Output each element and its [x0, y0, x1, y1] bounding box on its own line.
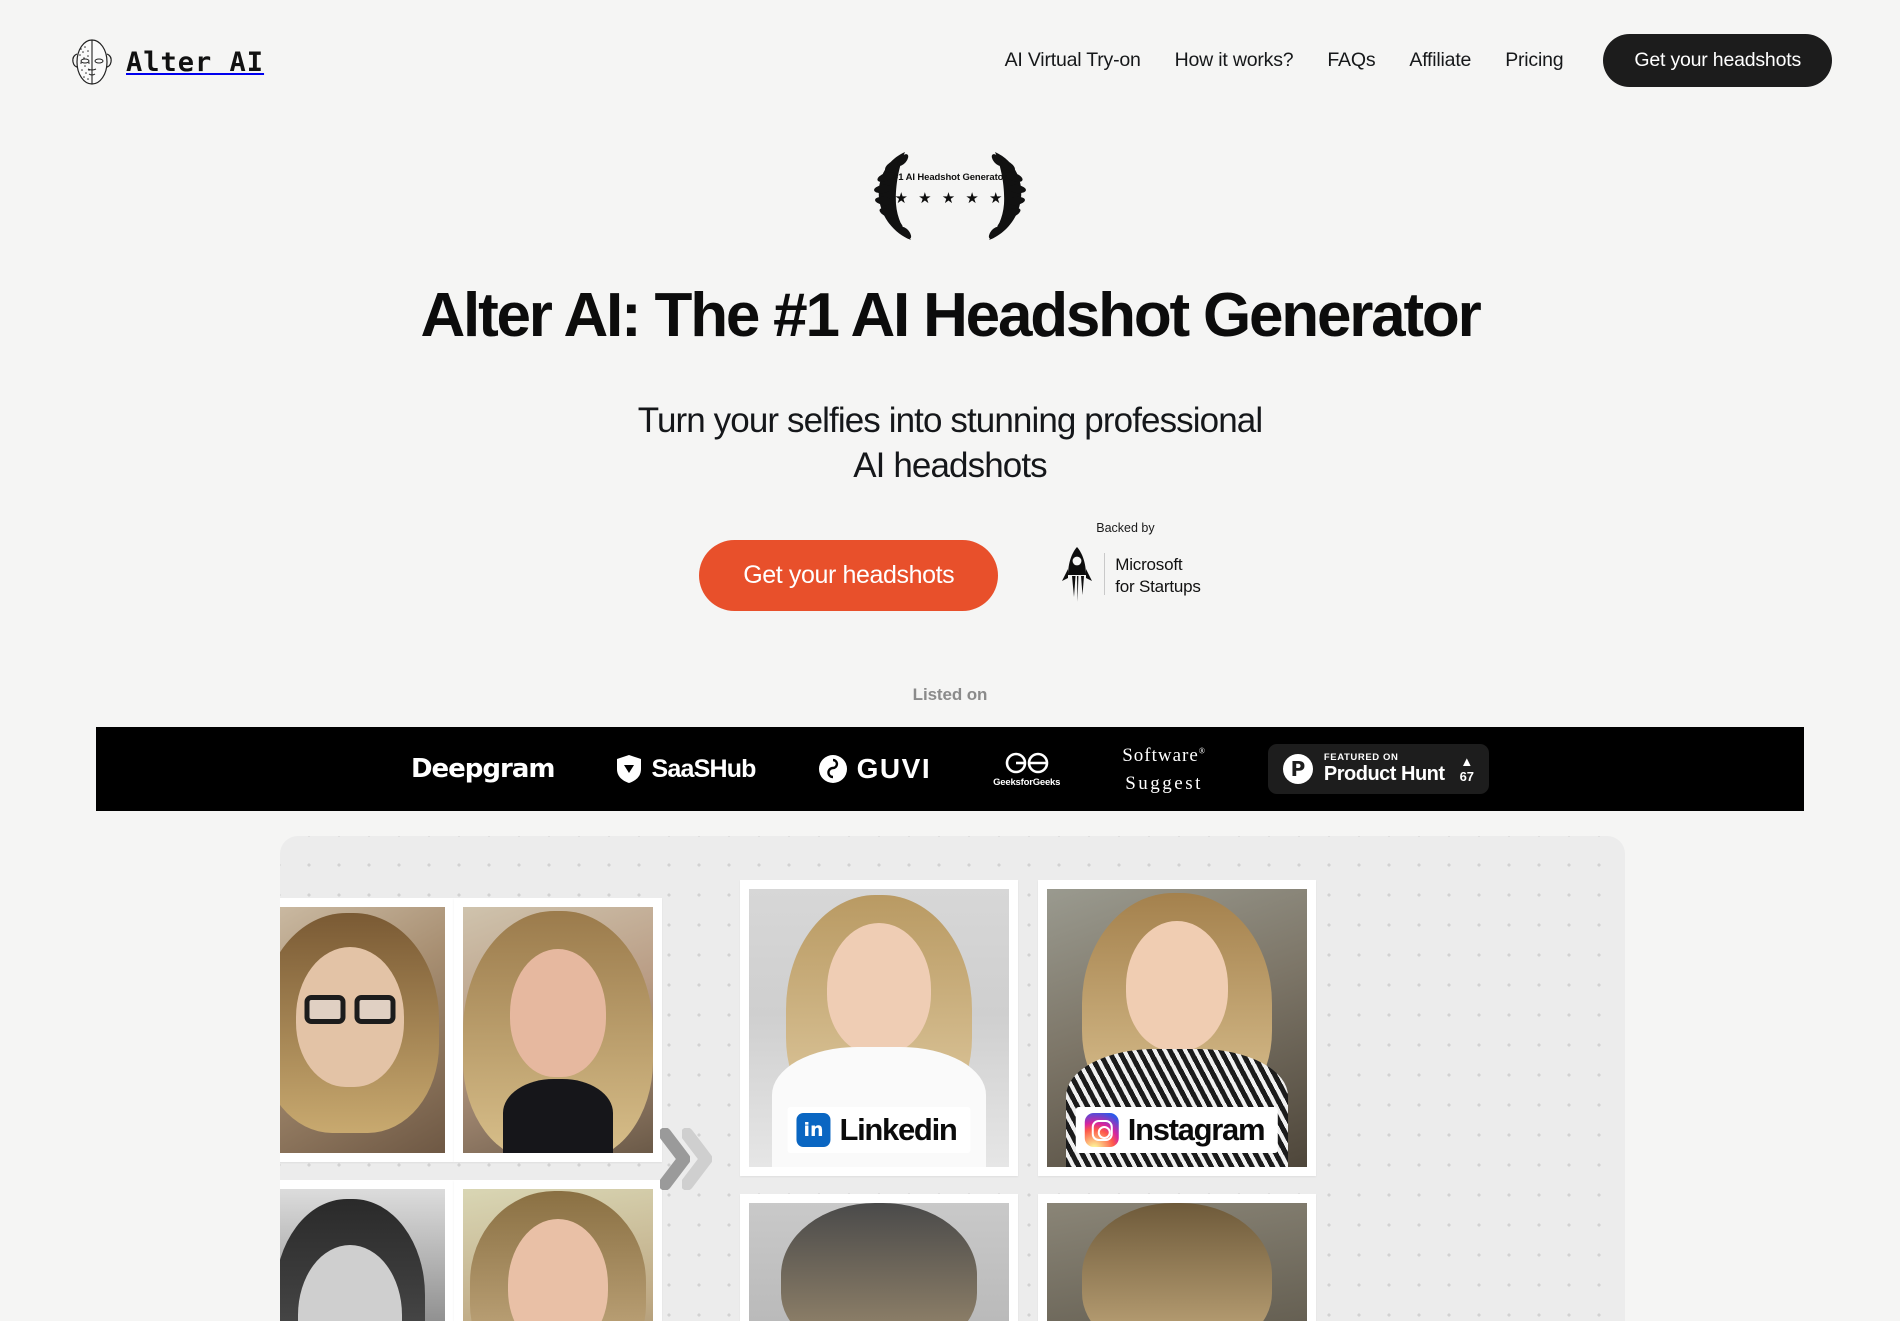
hero-subheadline-line2: AI headshots [853, 445, 1047, 485]
after-photo-3[interactable] [740, 1194, 1018, 1321]
brand-name: Alter AI [126, 46, 265, 78]
for-startups-label: for Startups [1115, 576, 1201, 596]
page-title: Alter AI: The #1 AI Headshot Generator [420, 281, 1481, 350]
product-hunt-icon: P [1282, 754, 1313, 784]
hero-subheadline-line1: Turn your selfies into stunning professi… [637, 400, 1263, 440]
award-badge-stars: ★ ★ ★ ★ ★ [894, 190, 1006, 207]
site-header: Alter AI AI Virtual Try-on How it works?… [0, 0, 1900, 112]
saashub-shield-icon [617, 755, 642, 783]
logo-saashub-label: SaaSHub [651, 754, 756, 783]
face-logo-icon [72, 39, 112, 85]
double-chevron-right-icon [660, 1128, 712, 1190]
after-photo-1[interactable]: in Linkedin [740, 880, 1018, 1176]
after-photo-2[interactable]: Instagram [1038, 880, 1316, 1176]
registered-mark: ® [1198, 746, 1206, 756]
divider [1104, 552, 1106, 595]
logo-geeksforgeeks-label: GeeksforGeeks [993, 777, 1061, 788]
microsoft-label: Microsoft [1115, 554, 1183, 574]
photo-image: Instagram [1047, 889, 1307, 1167]
backed-by-label: Backed by [1096, 520, 1155, 535]
before-after-gallery: in Linkedin Instagram [280, 836, 1625, 1321]
hero-section: #1 AI Headshot Generator ★ ★ ★ ★ ★ Alter… [0, 112, 1900, 612]
linkedin-icon: in [796, 1113, 831, 1147]
logo-softwaresuggest[interactable]: Software® Suggest [1122, 746, 1206, 793]
glasses-icon [304, 995, 396, 1024]
award-badge: #1 AI Headshot Generator ★ ★ ★ ★ ★ [0, 144, 1900, 246]
geeksforgeeks-icon [1005, 752, 1048, 774]
product-hunt-featured-label: FEATURED ON [1323, 751, 1399, 763]
logo-guvi-label: GUVI [856, 753, 932, 784]
photo-image [463, 907, 653, 1153]
photo-image: in Linkedin [749, 889, 1009, 1167]
before-photo-4[interactable] [454, 1180, 662, 1321]
before-photo-3[interactable] [280, 1180, 454, 1321]
nav-item-affiliate[interactable]: Affiliate [1409, 49, 1471, 72]
product-hunt-name: Product Hunt [1323, 763, 1445, 786]
brand-logo[interactable]: Alter AI [70, 36, 264, 88]
nav-item-ai-virtual-try-on[interactable]: AI Virtual Try-on [1005, 49, 1141, 72]
product-hunt-upvotes[interactable]: ▲ 67 [1460, 755, 1474, 783]
award-badge-text: #1 AI Headshot Generator [893, 172, 1007, 183]
hero-get-headshots-button[interactable]: Get your headshots [699, 540, 999, 612]
landing-page: Alter AI AI Virtual Try-on How it works?… [0, 0, 1900, 1321]
photo-image [749, 1203, 1009, 1321]
main-nav: AI Virtual Try-on How it works? FAQs Aff… [1005, 34, 1832, 87]
logo-saashub[interactable]: SaaSHub [616, 754, 756, 784]
hero-cta-row: Get your headshots Backed by Microsoft f… [0, 521, 1900, 612]
logo-guvi[interactable]: GUVI [818, 753, 931, 785]
logo-softwaresuggest-line2: Suggest [1125, 772, 1203, 794]
photo-image [280, 1189, 445, 1321]
photo-image [280, 907, 445, 1153]
logo-geeksforgeeks[interactable]: GeeksforGeeks [993, 750, 1060, 788]
before-photo-1[interactable] [280, 898, 454, 1162]
logo-product-hunt-badge[interactable]: P FEATURED ON Product Hunt ▲ 67 [1267, 743, 1490, 795]
social-tag-linkedin: in Linkedin [787, 1107, 971, 1153]
nav-item-pricing[interactable]: Pricing [1505, 49, 1563, 72]
nav-item-how-it-works[interactable]: How it works? [1175, 49, 1294, 72]
photo-image [1047, 1203, 1307, 1321]
nav-item-faqs[interactable]: FAQs [1327, 49, 1375, 72]
guvi-circle-icon [818, 755, 847, 783]
logo-deepgram-label: Deepgram [410, 754, 556, 784]
hero-subheadline: Turn your selfies into stunning professi… [0, 399, 1900, 489]
social-tag-label: Linkedin [839, 1112, 957, 1147]
after-photo-4[interactable] [1038, 1194, 1316, 1321]
header-get-headshots-button[interactable]: Get your headshots [1603, 34, 1832, 87]
instagram-icon [1084, 1113, 1119, 1147]
social-tag-instagram: Instagram [1075, 1107, 1279, 1153]
listed-on-logo-strip: Deepgram SaaSHub GUVI GeeksforGeeks Soft… [96, 727, 1804, 811]
logo-softwaresuggest-line1: Software [1122, 744, 1199, 766]
social-tag-label: Instagram [1127, 1112, 1266, 1147]
logo-deepgram[interactable]: Deepgram [410, 754, 556, 784]
before-photo-2[interactable] [454, 898, 662, 1162]
upvote-count: 67 [1459, 769, 1475, 784]
photo-image [463, 1189, 653, 1321]
backed-by-microsoft: Backed by Microsoft for Startups [1060, 521, 1201, 603]
listed-on-title: Listed on [912, 685, 988, 704]
upvote-caret-icon: ▲ [1460, 754, 1474, 769]
rocket-icon [1062, 546, 1093, 602]
